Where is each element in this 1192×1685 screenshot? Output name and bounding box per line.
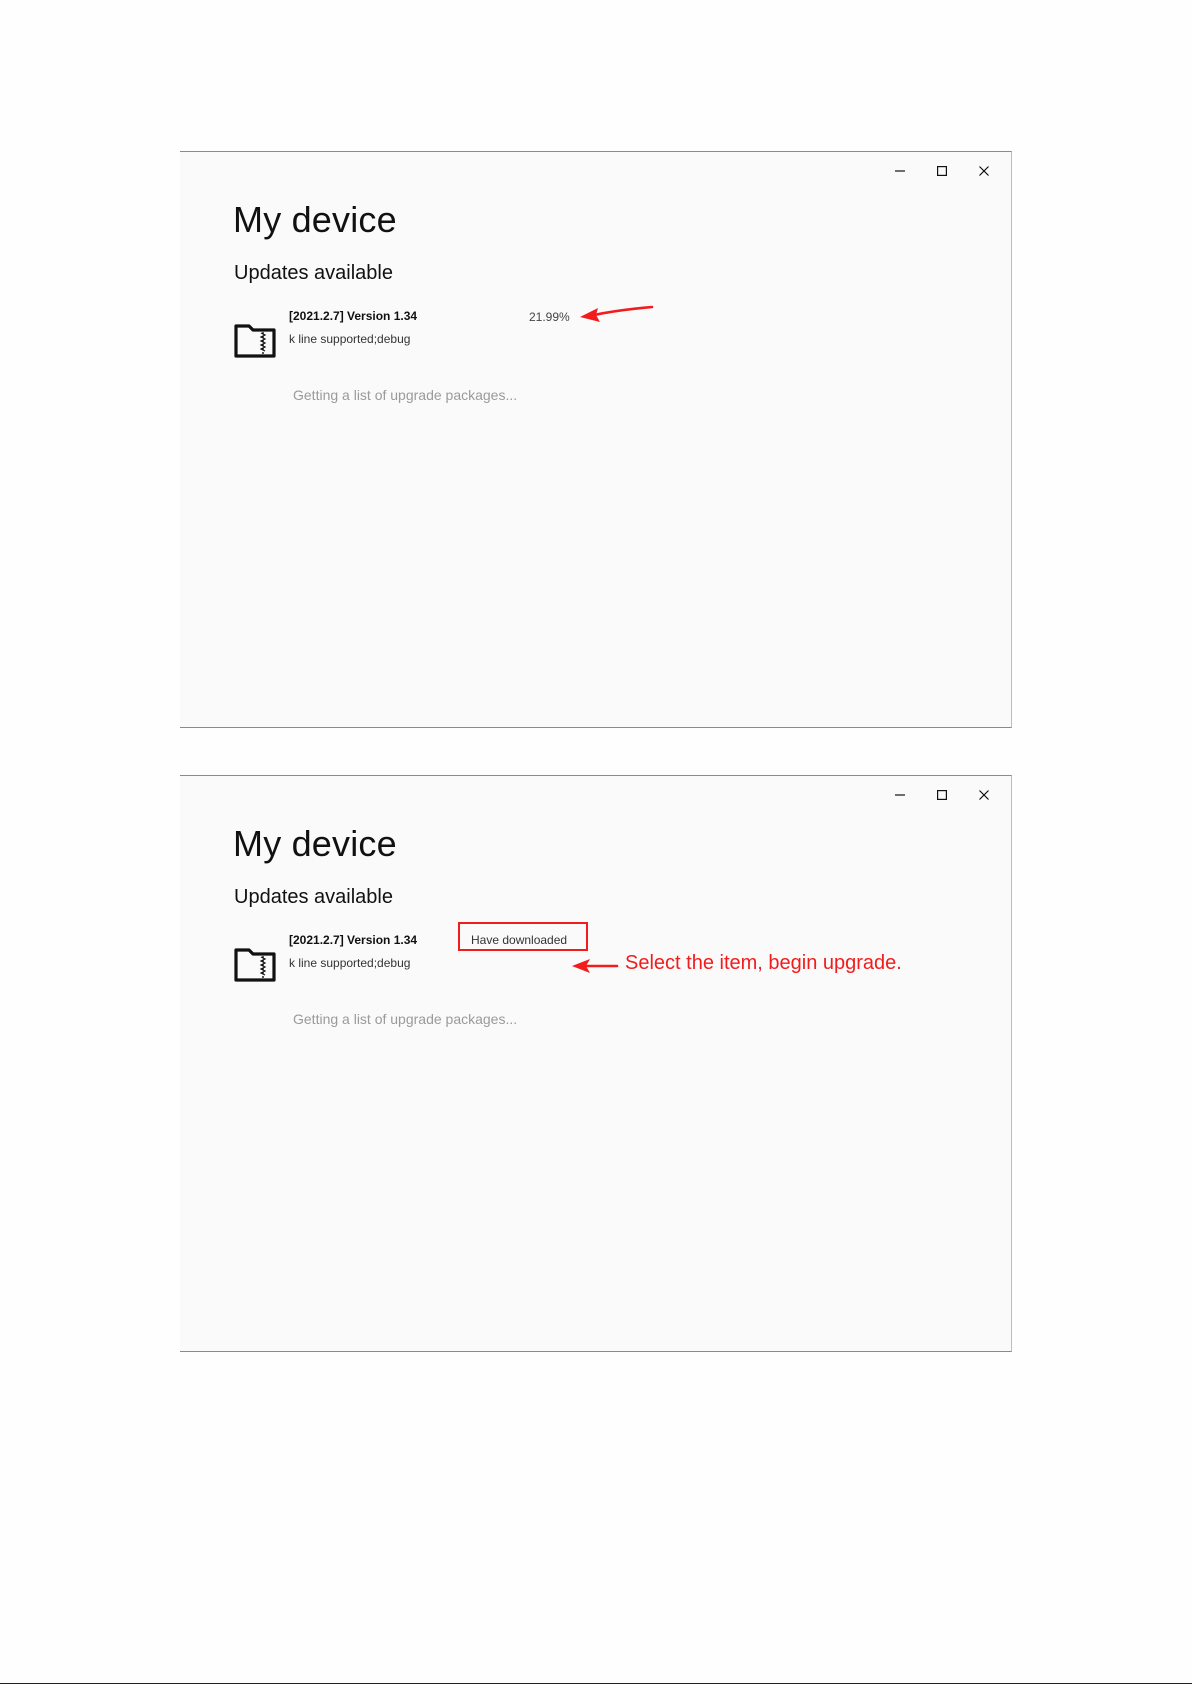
app-window-downloading: My device Updates available [2021.2.7] V… <box>180 151 1012 728</box>
minimize-icon <box>895 170 905 172</box>
sd-card-folder-icon[interactable] <box>233 320 279 360</box>
app-window-downloaded: My device Updates available [2021.2.7] V… <box>180 775 1012 1352</box>
section-title-updates: Updates available <box>234 886 393 908</box>
package-title[interactable]: [2021.2.7] Version 1.34 <box>289 933 417 947</box>
package-title[interactable]: [2021.2.7] Version 1.34 <box>289 309 417 323</box>
close-button[interactable] <box>963 160 1005 182</box>
loading-status-text: Getting a list of upgrade packages... <box>293 1011 518 1027</box>
download-status-badge: Have downloaded <box>458 922 588 951</box>
package-description: k line supported;debug <box>289 332 411 346</box>
maximize-button[interactable] <box>921 784 963 806</box>
page-divider <box>0 1683 1192 1684</box>
window-controls <box>879 784 1005 806</box>
section-title-updates: Updates available <box>234 262 393 284</box>
package-description: k line supported;debug <box>289 956 411 970</box>
minimize-button[interactable] <box>879 784 921 806</box>
annotation-arrow <box>580 305 654 322</box>
minimize-button[interactable] <box>879 160 921 182</box>
page: My device Updates available [2021.2.7] V… <box>0 0 1192 1685</box>
maximize-button[interactable] <box>921 160 963 182</box>
page-title: My device <box>233 823 397 864</box>
maximize-icon <box>937 790 947 800</box>
annotation-arrow <box>572 959 619 973</box>
close-icon <box>979 166 989 176</box>
loading-status-text: Getting a list of upgrade packages... <box>293 387 518 403</box>
close-button[interactable] <box>963 784 1005 806</box>
maximize-icon <box>937 166 947 176</box>
minimize-icon <box>895 794 905 796</box>
page-title: My device <box>233 199 397 240</box>
annotation-note: Select the item, begin upgrade. <box>625 952 902 974</box>
window-controls <box>879 160 1005 182</box>
sd-card-folder-icon[interactable] <box>233 944 279 984</box>
close-icon <box>979 790 989 800</box>
download-progress: 21.99% <box>529 310 570 324</box>
